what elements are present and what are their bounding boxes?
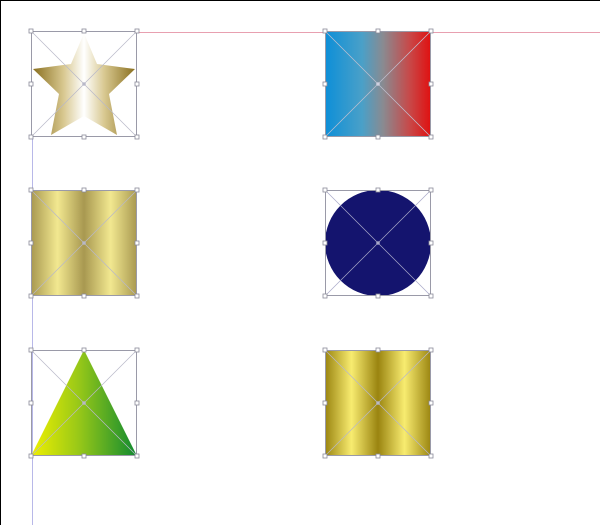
circle-shape[interactable] <box>322 187 434 299</box>
canvas-top-border <box>0 0 600 1</box>
triangle-shape[interactable] <box>28 347 140 459</box>
circle-object[interactable] <box>322 187 434 299</box>
star-shape[interactable] <box>28 28 140 140</box>
horizontal-guide-right[interactable] <box>431 32 600 33</box>
document-canvas[interactable] <box>0 0 600 525</box>
canvas-left-border <box>0 0 1 525</box>
gold-columns-object-2[interactable] <box>322 347 434 459</box>
gold-columns-object[interactable] <box>28 187 140 299</box>
triangle-object[interactable] <box>28 347 140 459</box>
star-object[interactable] <box>28 28 140 140</box>
gold-columns-shape[interactable] <box>28 187 140 299</box>
gradient-square-shape[interactable] <box>322 28 434 140</box>
gradient-square-object[interactable] <box>322 28 434 140</box>
gold-columns-shape-2[interactable] <box>322 347 434 459</box>
